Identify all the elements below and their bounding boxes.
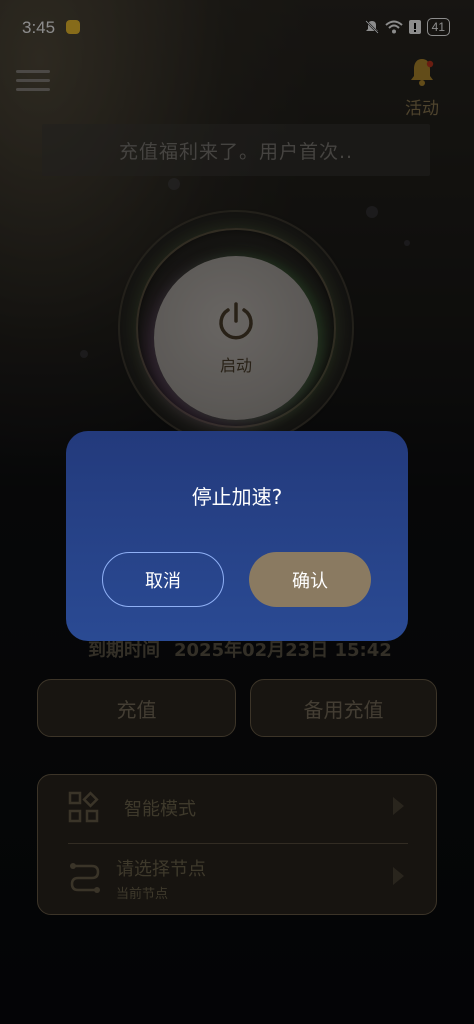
stop-acceleration-dialog: 停止加速? 取消 确认 <box>66 431 408 641</box>
dialog-title: 停止加速? <box>191 485 283 509</box>
confirm-button[interactable]: 确认 <box>249 552 371 607</box>
cancel-button[interactable]: 取消 <box>102 552 224 607</box>
